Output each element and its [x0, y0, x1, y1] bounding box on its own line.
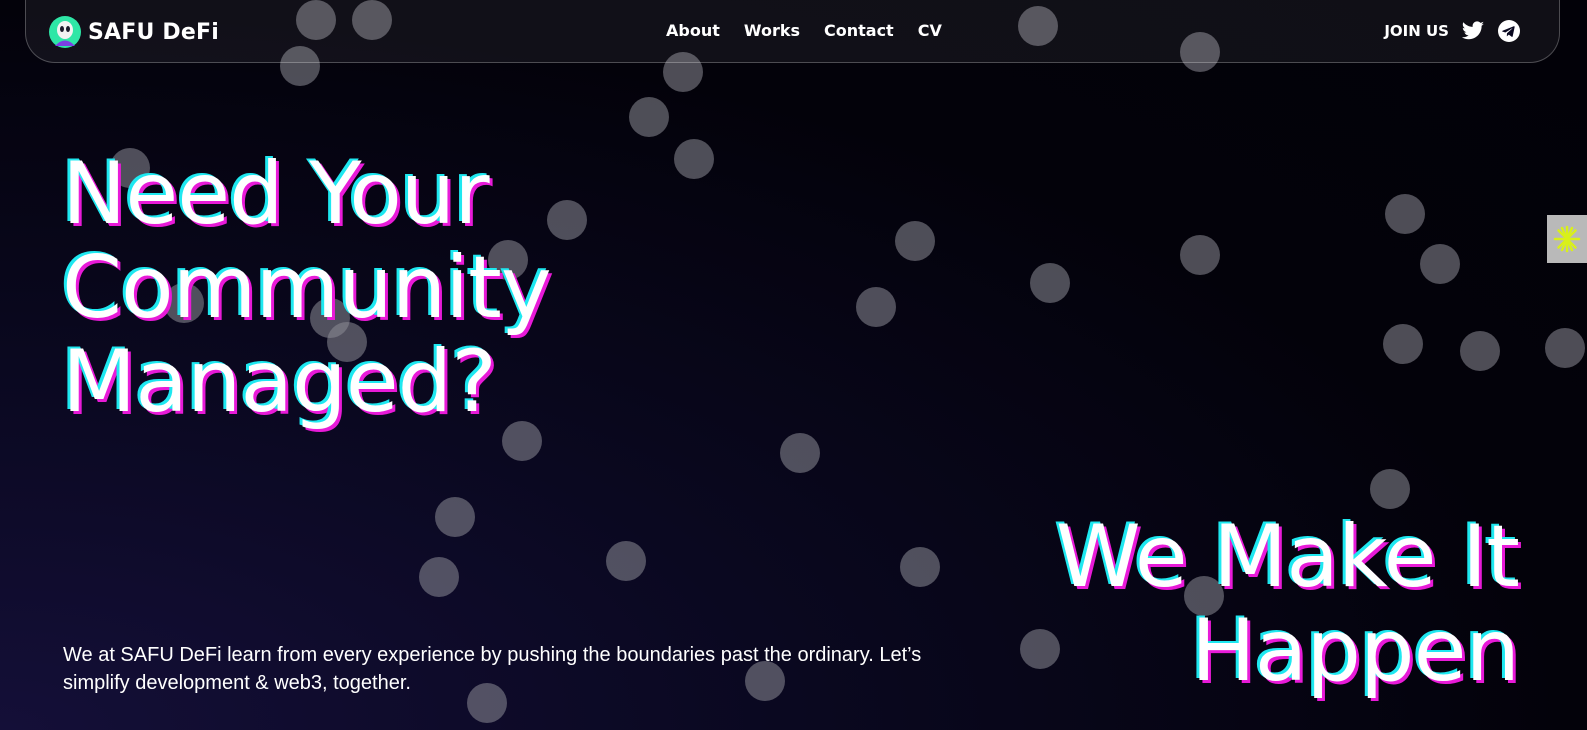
bubble: [856, 287, 896, 327]
nav-link-about[interactable]: About: [666, 21, 720, 40]
top-navbar: SAFU DeFi About Works Contact CV JOIN US: [25, 0, 1560, 63]
bubble: [1420, 244, 1460, 284]
join-us-label: JOIN US: [1384, 22, 1449, 40]
main-nav: About Works Contact CV: [666, 21, 942, 40]
bubble: [1383, 324, 1423, 364]
bubble: [900, 547, 940, 587]
nav-link-works[interactable]: Works: [744, 21, 800, 40]
headline-line: Managed?: [62, 332, 497, 432]
asterisk-sparkle-icon: [1553, 225, 1581, 253]
bubble: [629, 97, 669, 137]
brand-home-link[interactable]: SAFU DeFi: [48, 15, 219, 49]
telegram-icon: [1498, 20, 1520, 42]
bubble: [1030, 263, 1070, 303]
bubble: [547, 200, 587, 240]
bubble: [1020, 629, 1060, 669]
hero-description: We at SAFU DeFi learn from every experie…: [63, 644, 922, 694]
tagline-line: Happen: [1191, 601, 1520, 701]
headline-line: Need Your: [62, 144, 490, 244]
bubble: [1460, 331, 1500, 371]
bubble: [435, 497, 475, 537]
bubble: [1370, 469, 1410, 509]
bubble: [1545, 328, 1585, 368]
hero-tagline: We Make It Happen: [1055, 507, 1520, 701]
bubble: [606, 541, 646, 581]
headline-line: Community: [62, 238, 552, 338]
twitter-icon: [1461, 21, 1484, 40]
hero-headline: Need Your Community Managed?: [62, 144, 552, 432]
ghost-face-logo-icon: [49, 16, 81, 48]
bubble: [1385, 194, 1425, 234]
nav-link-cv[interactable]: CV: [918, 21, 942, 40]
bubble: [780, 433, 820, 473]
nav-link-contact[interactable]: Contact: [824, 21, 894, 40]
telegram-link[interactable]: [1497, 19, 1521, 43]
social-links: JOIN US: [1384, 19, 1521, 43]
side-widget-button[interactable]: [1547, 215, 1587, 263]
bubble: [419, 557, 459, 597]
brand-name: SAFU DeFi: [88, 19, 219, 45]
twitter-link[interactable]: [1461, 19, 1485, 43]
bubble: [674, 139, 714, 179]
tagline-line: We Make It: [1055, 507, 1520, 607]
bubble: [1180, 235, 1220, 275]
bubble: [895, 221, 935, 261]
